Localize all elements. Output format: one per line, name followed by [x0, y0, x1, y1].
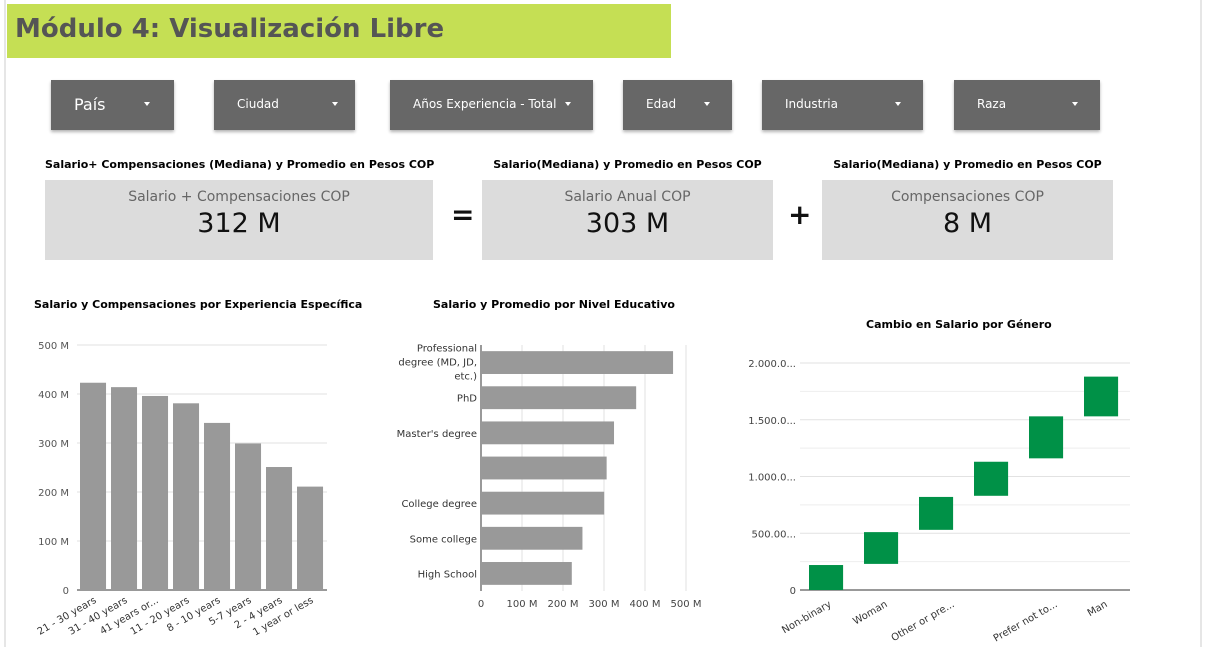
y-tick-label: 400 M: [38, 390, 69, 401]
filter-label: Ciudad: [237, 97, 279, 111]
y-tick-label: Some college: [410, 534, 477, 545]
equals-sign: =: [451, 198, 475, 231]
kpi-compensaciones-card: Compensaciones COP 8 M: [822, 180, 1113, 260]
filter-ciudad[interactable]: Ciudad: [214, 80, 355, 130]
filter-anos-experiencia[interactable]: Años Experiencia - Total: [390, 80, 593, 130]
frame-right: [1200, 0, 1202, 647]
kpi-label: Salario Anual COP: [564, 189, 691, 205]
filter-label: Raza: [977, 97, 1007, 111]
x-tick-label: Prefer not to...: [992, 599, 1060, 644]
filter-pais[interactable]: País: [51, 80, 174, 130]
dropdown-arrow-icon: [704, 102, 710, 106]
bar: [111, 387, 138, 590]
y-tick-label: 200 M: [38, 488, 69, 499]
chart-educacion: 0 100 M 200 M 300 M 400 M 500 M Professional de…: [397, 344, 702, 610]
y-tick-label: 0: [790, 586, 796, 597]
bar: [974, 461, 1009, 496]
y-tick-label: High School: [418, 569, 477, 580]
y-tick-label: College degree: [401, 499, 477, 510]
chart-title-educacion: Salario y Promedio por Nivel Educativo: [433, 298, 675, 311]
bar: [266, 467, 293, 590]
x-tick-label: Other or pre...: [890, 599, 957, 644]
bar: [809, 565, 844, 590]
bar: [482, 386, 637, 410]
bar: [80, 382, 107, 590]
y-tick-label: 1.000.0...: [748, 473, 796, 484]
bar: [482, 562, 572, 585]
y-tick-label: 1.500.0...: [748, 416, 796, 427]
filter-label: Edad: [646, 97, 677, 111]
filter-label: País: [74, 95, 106, 114]
kpi-label: Salario + Compensaciones COP: [128, 189, 350, 205]
x-tick-label: Non-binary: [780, 599, 833, 636]
y-tick-label: 500.00...: [751, 529, 796, 540]
kpi-value: 8 M: [942, 208, 993, 239]
y-tick-label: 2.000.0...: [748, 359, 796, 370]
x-tick-label: 300 M: [589, 599, 620, 610]
y-tick-label: etc.): [454, 372, 477, 383]
page-title: Módulo 4: Visualización Libre: [15, 14, 445, 44]
kpi-title-total: Salario+ Compensaciones (Mediana) y Prom…: [45, 158, 435, 171]
bar: [482, 421, 615, 445]
header-banner: Módulo 4: Visualización Libre: [7, 4, 671, 58]
chart-title-experiencia: Salario y Compensaciones por Experiencia…: [34, 298, 363, 311]
kpi-total-card: Salario + Compensaciones COP 312 M: [45, 180, 433, 260]
dropdown-arrow-icon: [895, 102, 901, 106]
y-tick-label: Professional: [417, 344, 477, 355]
dropdown-arrow-icon: [332, 102, 338, 106]
bar: [1029, 416, 1064, 459]
kpi-title-compensaciones: Salario(Mediana) y Promedio en Pesos COP: [833, 158, 1102, 171]
chart-experiencia: 0100 M200 M300 M400 M500 M21 - 30 years3…: [36, 341, 327, 638]
filter-industria[interactable]: Industria: [762, 80, 923, 130]
bar: [142, 395, 169, 590]
kpi-value: 312 M: [197, 208, 281, 239]
y-tick-label: Master's degree: [397, 429, 477, 440]
bar: [173, 403, 200, 590]
filter-edad[interactable]: Edad: [623, 80, 732, 130]
bar: [919, 496, 954, 530]
chart-title-genero: Cambio en Salario por Género: [866, 318, 1052, 331]
x-tick-label: Man: [1086, 599, 1110, 619]
x-tick-label: 0: [478, 599, 484, 610]
bar: [204, 422, 231, 590]
x-tick-label: 100 M: [507, 599, 538, 610]
y-tick-label: degree (MD, JD,: [398, 358, 477, 369]
bar: [482, 526, 583, 550]
kpi-salario-card: Salario Anual COP 303 M: [482, 180, 773, 260]
y-tick-label: 500 M: [38, 341, 69, 352]
dropdown-arrow-icon: [144, 102, 150, 106]
bar: [235, 443, 262, 590]
bar: [482, 456, 607, 480]
x-tick-label: 200 M: [548, 599, 579, 610]
x-tick-label: Woman: [851, 599, 889, 627]
x-tick-label: 500 M: [671, 599, 702, 610]
bar: [1084, 376, 1119, 417]
dropdown-arrow-icon: [565, 102, 571, 106]
kpi-label: Compensaciones COP: [891, 189, 1044, 205]
y-tick-label: PhD: [457, 394, 477, 405]
bar: [482, 351, 674, 374]
dropdown-arrow-icon: [1072, 102, 1078, 106]
y-tick-label: 0: [63, 586, 69, 597]
filter-label: Industria: [785, 97, 838, 111]
kpi-title-salario: Salario(Mediana) y Promedio en Pesos COP: [493, 158, 762, 171]
bar: [864, 532, 899, 564]
bar: [297, 486, 324, 590]
x-tick-label: 400 M: [630, 599, 661, 610]
chart-genero: 0 500.00... 1.000.0... 1.500.0... 2.000.0...…: [748, 359, 1130, 645]
filter-label: Años Experiencia - Total: [413, 97, 557, 111]
y-tick-label: 300 M: [38, 439, 69, 450]
kpi-value: 303 M: [585, 208, 670, 239]
y-tick-label: 100 M: [38, 537, 69, 548]
bar: [482, 491, 605, 515]
filter-raza[interactable]: Raza: [954, 80, 1100, 130]
plus-sign: +: [788, 198, 812, 231]
